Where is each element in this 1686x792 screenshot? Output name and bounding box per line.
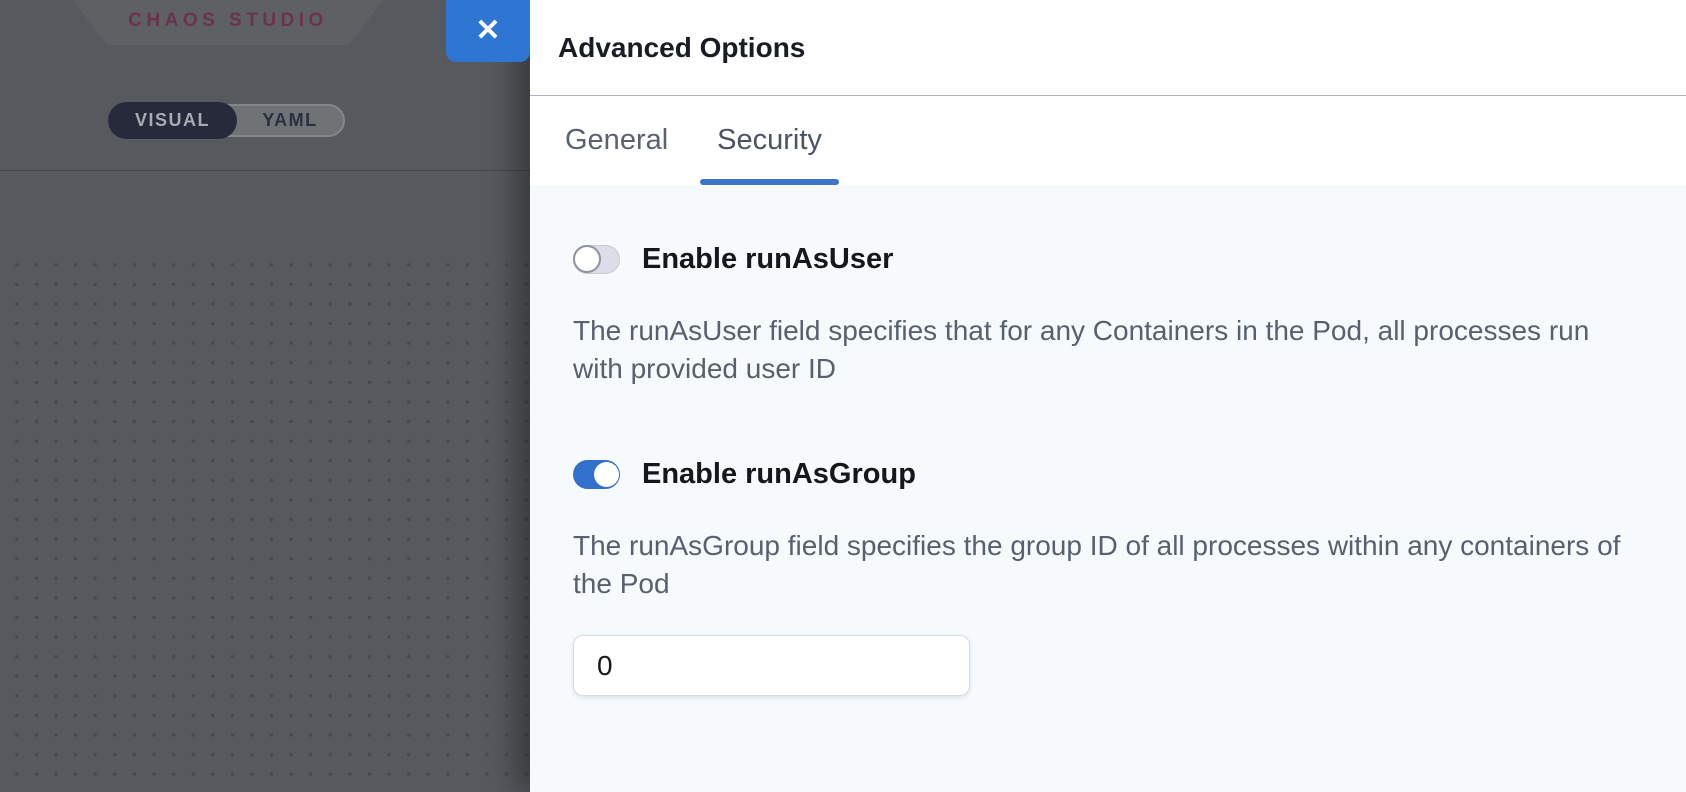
visual-segment-label: VISUAL xyxy=(135,110,210,131)
tab-general[interactable]: General xyxy=(548,96,685,185)
toggle-knob xyxy=(573,245,601,273)
enable-runasuser-toggle[interactable] xyxy=(573,245,620,274)
advanced-options-drawer: ✕ Advanced Options General Security Enab… xyxy=(530,0,1686,792)
close-drawer-button[interactable]: ✕ xyxy=(446,0,530,62)
tab-security-label: Security xyxy=(717,124,822,157)
security-tab-panel: Enable runAsUser The runAsUser field spe… xyxy=(530,185,1686,696)
toolbar-divider xyxy=(0,170,530,171)
canvas-dot-grid xyxy=(0,250,530,792)
chaos-studio-banner: CHAOS STUDIO xyxy=(73,0,383,45)
tab-security[interactable]: Security xyxy=(700,96,839,185)
runasuser-description: The runAsUser field specifies that for a… xyxy=(573,312,1626,388)
visual-segment[interactable]: VISUAL xyxy=(108,102,237,139)
tab-general-label: General xyxy=(565,124,668,157)
runasuser-toggle-label: Enable runAsUser xyxy=(642,243,893,276)
runasgroup-toggle-row: Enable runAsGroup xyxy=(573,458,1626,491)
canvas-backdrop: CHAOS STUDIO VISUAL YAML xyxy=(0,0,530,792)
screen: CHAOS STUDIO VISUAL YAML ✕ Advanced Opti… xyxy=(0,0,1686,792)
yaml-segment-label: YAML xyxy=(262,110,317,131)
yaml-segment[interactable]: YAML xyxy=(237,110,343,131)
runasgroup-description: The runAsGroup field specifies the group… xyxy=(573,527,1626,603)
runasgroup-toggle-label: Enable runAsGroup xyxy=(642,458,916,491)
runasuser-toggle-row: Enable runAsUser xyxy=(573,243,1626,276)
studio-title: CHAOS STUDIO xyxy=(128,10,328,36)
drawer-header: Advanced Options xyxy=(530,0,1686,96)
runasgroup-section: Enable runAsGroup The runAsGroup field s… xyxy=(573,458,1626,696)
runasuser-section: Enable runAsUser The runAsUser field spe… xyxy=(573,243,1626,388)
enable-runasgroup-toggle[interactable] xyxy=(573,460,620,489)
drawer-title: Advanced Options xyxy=(558,32,805,64)
toggle-knob xyxy=(594,462,619,487)
runasgroup-value-input[interactable] xyxy=(573,635,970,696)
drawer-tabs: General Security xyxy=(530,96,1686,185)
close-icon: ✕ xyxy=(475,16,500,46)
visual-yaml-switch[interactable]: VISUAL YAML xyxy=(108,104,345,137)
